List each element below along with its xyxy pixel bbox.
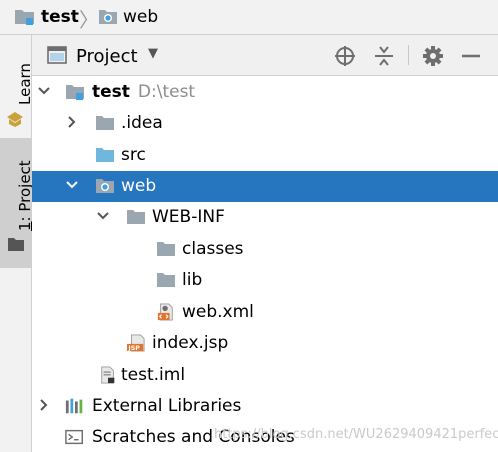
- tree-row-label: src: [121, 145, 146, 165]
- web-folder-icon: [96, 179, 114, 193]
- folder-icon: [157, 273, 175, 287]
- tree-row-lib[interactable]: lib: [32, 265, 498, 296]
- svg-text:JSP: JSP: [127, 345, 140, 352]
- chevron-down-icon[interactable]: [95, 208, 111, 224]
- project-tree[interactable]: test D:\test .idea src web WEB-INF classe…: [32, 76, 498, 452]
- breadcrumb-item-web[interactable]: web: [98, 6, 158, 28]
- watermark: https://blog.csdn.net/WU2629409421perfec…: [214, 427, 498, 442]
- tree-row-web-xml[interactable]: web.xml: [32, 297, 498, 328]
- tree-row-name: test: [92, 82, 130, 102]
- project-view-icon: [47, 46, 67, 64]
- scratches-icon: [65, 429, 83, 445]
- chevron-down-icon[interactable]: [36, 83, 52, 99]
- project-folder-icon: [15, 10, 34, 25]
- tree-row-label: .idea: [121, 113, 163, 133]
- breadcrumb-item-test[interactable]: test: [14, 6, 79, 28]
- tree-row-label: web.xml: [182, 302, 254, 322]
- panel-title[interactable]: Project: [76, 46, 138, 67]
- tree-row-label: External Libraries: [92, 396, 242, 416]
- chevron-right-icon[interactable]: [64, 114, 80, 130]
- tree-row-test-iml[interactable]: test.iml: [32, 360, 498, 391]
- xml-file-icon: [157, 303, 173, 321]
- tree-row-label: WEB-INF: [152, 207, 225, 227]
- tree-row-label: test.iml: [121, 365, 186, 385]
- tree-row-web-inf[interactable]: WEB-INF: [32, 202, 498, 233]
- source-folder-icon: [96, 148, 114, 162]
- tree-row-index-jsp[interactable]: JSP index.jsp: [32, 328, 498, 359]
- tree-row-label: lib: [182, 270, 203, 290]
- tree-row-src[interactable]: src: [32, 140, 498, 171]
- folder-icon: [96, 116, 114, 130]
- learn-icon: [7, 112, 23, 127]
- dropdown-caret-icon[interactable]: ▼: [148, 46, 158, 61]
- project-tab[interactable]: 1: Project: [0, 138, 34, 268]
- collapse-all-icon[interactable]: [373, 45, 395, 67]
- folder-icon: [157, 242, 175, 256]
- tree-row-classes[interactable]: classes: [32, 234, 498, 265]
- folder-icon: [8, 238, 24, 251]
- learn-tab[interactable]: Learn: [0, 49, 34, 131]
- tree-row-label: index.jsp: [152, 333, 229, 353]
- navigation-bar: test 〉 web: [0, 0, 498, 35]
- breadcrumb-label: web: [123, 7, 159, 27]
- folder-icon: [127, 210, 145, 224]
- locate-icon[interactable]: [334, 45, 356, 67]
- toolbar-separator: [408, 45, 409, 65]
- tree-row-web[interactable]: web: [32, 171, 498, 202]
- libraries-icon: [65, 398, 83, 414]
- tree-row-path: D:\test: [137, 82, 196, 102]
- hide-minus-icon[interactable]: [460, 45, 482, 67]
- tree-row-label: test D:\test: [92, 82, 195, 102]
- tree-row-external-libraries[interactable]: External Libraries: [32, 391, 498, 422]
- project-panel-header: Project ▼: [32, 35, 498, 76]
- breadcrumb-separator: 〉: [79, 8, 99, 32]
- tree-row-idea[interactable]: .idea: [32, 108, 498, 139]
- project-folder-icon: [66, 85, 84, 100]
- tree-row-label: web: [121, 176, 157, 196]
- jsp-file-icon: JSP: [127, 334, 145, 352]
- tool-window-strip: Learn 1: Project: [0, 35, 34, 452]
- breadcrumb-label: test: [41, 7, 79, 27]
- chevron-right-icon[interactable]: [36, 397, 52, 413]
- web-folder-icon: [99, 10, 117, 24]
- chevron-down-icon[interactable]: [64, 177, 80, 193]
- tree-row-label: classes: [182, 239, 244, 259]
- settings-gear-icon[interactable]: [422, 45, 444, 67]
- iml-file-icon: [101, 366, 115, 384]
- tree-row-test[interactable]: test D:\test: [32, 77, 498, 108]
